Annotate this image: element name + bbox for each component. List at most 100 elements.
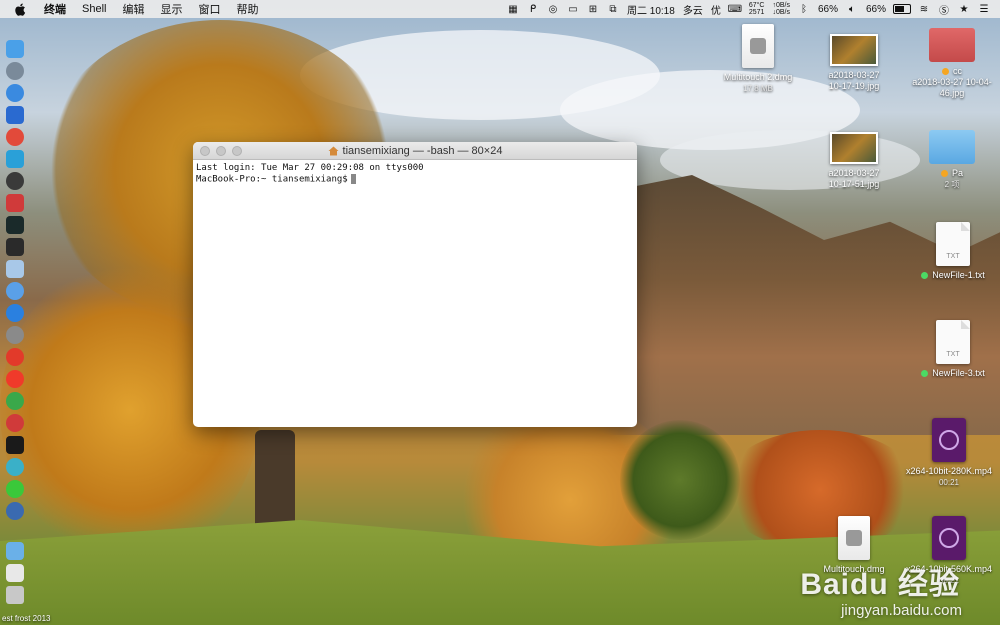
- file-name: cc: [953, 66, 962, 76]
- apple-menu-icon[interactable]: [14, 2, 28, 16]
- terminal-prompt: MacBook-Pro:~ tiansemixiang$: [196, 174, 348, 185]
- terminal-title-bar[interactable]: tiansemixiang — -bash — 80×24: [193, 142, 637, 160]
- speaker-icon[interactable]: 🔈︎: [846, 4, 858, 15]
- menu-help[interactable]: 帮助: [236, 1, 258, 17]
- cpu-rpm: 2571: [748, 9, 765, 16]
- app-red-icon[interactable]: [6, 128, 24, 146]
- desktop-file-txt[interactable]: TXT NewFile-1.txt: [906, 222, 1000, 281]
- app-teal-icon[interactable]: [6, 458, 24, 476]
- window-title-wrap: tiansemixiang — -bash — 80×24: [328, 144, 503, 157]
- terminal-dock-icon[interactable]: [6, 238, 24, 256]
- menu-shell[interactable]: Shell: [82, 3, 106, 15]
- menu-terminal[interactable]: 终端: [44, 1, 66, 17]
- launchpad-icon[interactable]: [6, 62, 24, 80]
- desktop-file-video[interactable]: x264-10bit-280K.mp4 00:21: [902, 418, 996, 488]
- star-icon[interactable]: ★: [958, 4, 970, 15]
- window-title: tiansemixiang — -bash — 80×24: [342, 144, 503, 157]
- desktop-file-dmg[interactable]: Multitouch 2.dmg 17.8 MB: [708, 24, 808, 94]
- file-meta: 17.8 MB: [743, 84, 773, 93]
- file-name: Multitouch 2.dmg: [723, 72, 793, 82]
- image-thumbnail-icon: [830, 132, 878, 164]
- home-folder-icon: [328, 146, 339, 155]
- safari-icon[interactable]: [6, 84, 24, 102]
- datetime[interactable]: 周二 10:18: [627, 2, 675, 17]
- activity-monitor-icon[interactable]: [6, 216, 24, 234]
- text-cursor: [350, 174, 356, 184]
- desktop-folder-cc[interactable]: cc a2018-03-27 10-04-46.jpg: [910, 28, 994, 99]
- folder-label: cc: [910, 66, 994, 77]
- youdao-icon[interactable]: 优: [711, 2, 721, 17]
- menu-window[interactable]: 窗口: [198, 1, 220, 17]
- net-up-value: 0B/s: [775, 2, 790, 9]
- desktop-folder-pa[interactable]: Pa 2 项: [910, 130, 994, 190]
- video-file-icon: [932, 516, 966, 560]
- chrome-icon[interactable]: [6, 392, 24, 410]
- file-name: NewFile-3.txt: [932, 368, 985, 378]
- app-s-icon[interactable]: Ⓢ: [938, 4, 950, 17]
- wechat-dock-icon[interactable]: [6, 480, 24, 498]
- display-icon[interactable]: ▭: [567, 4, 579, 15]
- minimize-button[interactable]: [216, 146, 226, 156]
- vivaldi-icon[interactable]: [6, 414, 24, 432]
- bluetooth-icon[interactable]: ᛒ: [798, 4, 810, 15]
- window-controls: [200, 146, 248, 156]
- menu-view[interactable]: 显示: [160, 1, 182, 17]
- contacts-icon[interactable]: [6, 106, 24, 124]
- wifi-icon[interactable]: ≋: [918, 4, 930, 15]
- weather-text[interactable]: 多云: [683, 2, 703, 17]
- migration-icon[interactable]: [6, 150, 24, 168]
- grid-app-icon[interactable]: ▦: [507, 4, 519, 15]
- battery-icon[interactable]: [893, 4, 911, 14]
- file-name: NewFile-1.txt: [932, 270, 985, 280]
- system-preferences-icon[interactable]: [6, 326, 24, 344]
- menu-edit[interactable]: 编辑: [122, 1, 144, 17]
- app-store-icon[interactable]: [6, 304, 24, 322]
- paw-app-icon[interactable]: ᑭ: [527, 4, 539, 15]
- network-monitor[interactable]: ↑0B/s ↓0B/s: [772, 2, 790, 16]
- preview-icon[interactable]: [6, 260, 24, 278]
- notification-center-icon[interactable]: ☰: [978, 4, 990, 15]
- desktop-file-image[interactable]: a2018-03-27 10-17-51.jpg: [804, 132, 904, 190]
- dock: [0, 34, 30, 624]
- app-red-square-icon[interactable]: [6, 194, 24, 212]
- image-thumbnail-icon: [830, 34, 878, 66]
- folder-icon: [929, 130, 975, 164]
- terminal-app-icon[interactable]: [6, 436, 24, 454]
- finder-icon[interactable]: [6, 40, 24, 58]
- trash-icon[interactable]: [6, 586, 24, 604]
- terminal-content[interactable]: Last login: Tue Mar 27 00:29:08 on ttys0…: [193, 160, 637, 189]
- folder-label: NewFile-1.txt: [906, 270, 1000, 281]
- app-dark-icon[interactable]: [6, 172, 24, 190]
- terminal-window[interactable]: tiansemixiang — -bash — 80×24 Last login…: [193, 142, 637, 427]
- downloads-folder-icon[interactable]: [6, 542, 24, 560]
- file-name: a2018-03-27 10-17-51.jpg: [828, 168, 880, 189]
- tag-dot: [940, 170, 948, 178]
- close-button[interactable]: [200, 146, 210, 156]
- zoom-button[interactable]: [232, 146, 242, 156]
- keyboard-icon[interactable]: ⌨: [728, 4, 742, 15]
- disk-utility-icon[interactable]: [6, 282, 24, 300]
- file-name: a2018-03-27 10-17-19.jpg: [828, 70, 880, 91]
- terminal-line: Last login: Tue Mar 27 00:29:08 on ttys0…: [196, 163, 424, 173]
- cpu-monitor[interactable]: 67°C 2571: [749, 2, 765, 16]
- tag-dot: [921, 272, 929, 280]
- netease-music-icon[interactable]: [6, 348, 24, 366]
- yandex-icon[interactable]: [6, 370, 24, 388]
- cpu-temp: 67°C: [748, 2, 765, 9]
- documents-icon[interactable]: [6, 564, 24, 582]
- net-down-value: 0B/s: [775, 9, 790, 16]
- battery-percent[interactable]: 66%: [866, 4, 886, 15]
- tag-dot: [921, 370, 929, 378]
- desktop-file-txt[interactable]: TXT NewFile-3.txt: [906, 320, 1000, 379]
- app-blue-icon[interactable]: [6, 502, 24, 520]
- file-name: x264-10bit-280K.mp4: [905, 466, 993, 476]
- desktop-file-image[interactable]: a2018-03-27 10-17-19.jpg: [804, 34, 904, 92]
- wechat-icon[interactable]: ◎: [547, 4, 559, 15]
- layout-icon[interactable]: ⊞: [587, 4, 599, 15]
- file-type-label: TXT: [946, 253, 960, 260]
- baidu-watermark: Baidu 经验: [800, 568, 960, 601]
- volume-percent[interactable]: 66%: [818, 4, 838, 15]
- screenshot-icon[interactable]: ⧉: [607, 4, 619, 15]
- file-meta: 2 项: [944, 180, 960, 189]
- tag-dot: [942, 68, 949, 76]
